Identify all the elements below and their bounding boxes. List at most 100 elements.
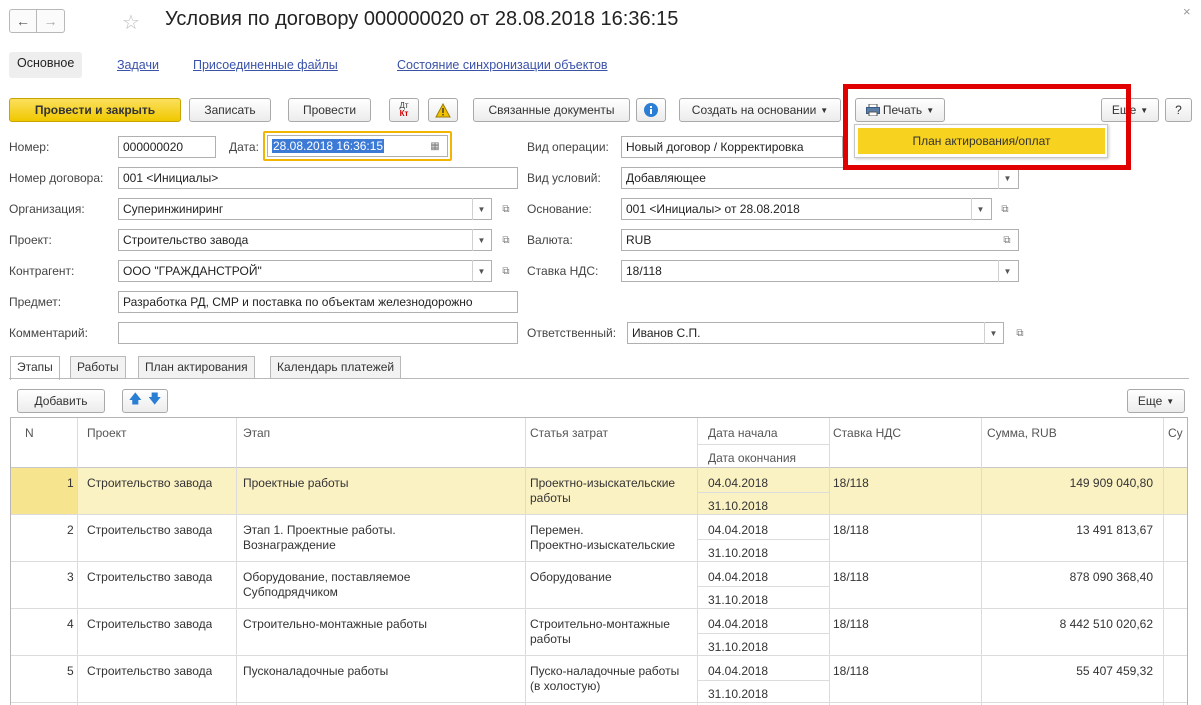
help-button[interactable]: ? bbox=[1165, 98, 1192, 122]
row2-start: 04.04.2018 bbox=[708, 523, 769, 537]
header-sum2[interactable]: Су bbox=[1168, 426, 1183, 440]
currency-open-icon[interactable]: ⧉ bbox=[998, 229, 1016, 251]
back-button[interactable]: ← bbox=[9, 9, 37, 33]
favorite-star-icon[interactable]: ☆ bbox=[122, 10, 140, 35]
header-sum[interactable]: Сумма, RUB bbox=[987, 426, 1057, 440]
row1-vat: 18/118 bbox=[833, 476, 869, 490]
header-project[interactable]: Проект bbox=[87, 426, 127, 440]
tab-stages[interactable]: Этапы bbox=[10, 356, 60, 380]
tab-attached-files[interactable]: Присоединенные файлы bbox=[193, 58, 338, 72]
contract-number-label: Номер договора: bbox=[9, 171, 104, 185]
row2-vat: 18/118 bbox=[833, 523, 869, 537]
header-stage[interactable]: Этап bbox=[243, 426, 270, 440]
row1-project: Строительство завода bbox=[87, 476, 213, 490]
counterparty-dropdown-icon[interactable]: ▼ bbox=[472, 260, 490, 282]
row4-sum: 8 442 510 020,62 bbox=[1059, 617, 1153, 631]
row-subline bbox=[697, 539, 829, 540]
vat-rate-dropdown-icon[interactable]: ▼ bbox=[998, 260, 1016, 282]
header-start-date[interactable]: Дата начала bbox=[708, 426, 778, 440]
arrow-down-icon[interactable]: 🡇 bbox=[148, 390, 161, 412]
organization-field[interactable]: Суперинжиниринг bbox=[118, 198, 492, 220]
row4-vat: 18/118 bbox=[833, 617, 869, 631]
chevron-down-icon: ▼ bbox=[820, 105, 829, 115]
vat-rate-label: Ставка НДС: bbox=[527, 264, 599, 278]
row4-cost2: работы bbox=[530, 632, 571, 646]
basis-dropdown-icon[interactable]: ▼ bbox=[971, 198, 989, 220]
chevron-down-icon: ▼ bbox=[1140, 105, 1149, 115]
organization-open-icon[interactable]: ⧉ bbox=[497, 198, 515, 220]
subject-field[interactable]: Разработка РД, СМР и поставка по объекта… bbox=[118, 291, 518, 313]
basis-field[interactable]: 001 <Инициалы> от 28.08.2018 bbox=[621, 198, 992, 220]
tab-sync-state[interactable]: Состояние синхронизации объектов bbox=[397, 58, 608, 72]
row4-start: 04.04.2018 bbox=[708, 617, 769, 631]
organization-dropdown-icon[interactable]: ▼ bbox=[472, 198, 490, 220]
create-based-on-button[interactable]: Создать на основании ▼ bbox=[679, 98, 841, 122]
close-icon[interactable]: × bbox=[1183, 4, 1191, 19]
post-button[interactable]: Провести bbox=[288, 98, 371, 122]
project-dropdown-icon[interactable]: ▼ bbox=[472, 229, 490, 251]
conditions-dropdown-icon[interactable]: ▼ bbox=[998, 167, 1016, 189]
subject-label: Предмет: bbox=[9, 295, 62, 309]
date-value: 28.08.2018 16:36:15 bbox=[272, 139, 385, 153]
tab-tasks[interactable]: Задачи bbox=[117, 58, 159, 72]
forward-button[interactable]: → bbox=[37, 9, 65, 33]
row-line bbox=[11, 514, 1187, 515]
row2-cost1: Перемен. bbox=[530, 523, 584, 537]
vat-rate-field[interactable]: 18/118 bbox=[621, 260, 1019, 282]
comment-label: Комментарий: bbox=[9, 326, 88, 340]
calendar-icon[interactable]: ▦ bbox=[426, 135, 444, 157]
responsible-dropdown-icon[interactable]: ▼ bbox=[984, 322, 1002, 344]
row2-cost2: Проектно-изыскательские bbox=[530, 538, 676, 552]
row5-start: 04.04.2018 bbox=[708, 664, 769, 678]
add-row-button[interactable]: Добавить bbox=[17, 389, 105, 413]
row5-cost1: Пуско-наладочные работы bbox=[530, 664, 680, 678]
currency-label: Валюта: bbox=[527, 233, 573, 247]
responsible-open-icon[interactable]: ⧉ bbox=[1011, 322, 1029, 344]
tab-main[interactable]: Основное bbox=[9, 52, 83, 78]
tab-payment-calendar[interactable]: Календарь платежей bbox=[270, 356, 402, 379]
row4-cost1: Строительно-монтажные bbox=[530, 617, 670, 631]
row5-project: Строительство завода bbox=[87, 664, 213, 678]
currency-field[interactable]: RUB bbox=[621, 229, 1019, 251]
number-label: Номер: bbox=[9, 140, 50, 154]
conditions-type-field[interactable]: Добавляющее bbox=[621, 167, 1019, 189]
header-cost-item[interactable]: Статья затрат bbox=[530, 426, 608, 440]
arrow-up-icon[interactable]: 🡅 bbox=[129, 390, 142, 412]
row-line bbox=[11, 561, 1187, 562]
operation-type-field[interactable]: Новый договор / Корректировка bbox=[621, 136, 843, 158]
row5-cost2: (в холостую) bbox=[530, 679, 601, 693]
row3-end: 31.10.2018 bbox=[708, 593, 769, 607]
date-field[interactable]: 28.08.2018 16:36:15 bbox=[267, 135, 448, 157]
row5-sum: 55 407 459,32 bbox=[1076, 664, 1153, 678]
dt-kt-button[interactable]: Дт Кт bbox=[389, 98, 419, 122]
info-button[interactable] bbox=[636, 98, 666, 122]
related-documents-button[interactable]: Связанные документы bbox=[473, 98, 630, 122]
row3-vat: 18/118 bbox=[833, 570, 869, 584]
arrow-right-icon: → bbox=[43, 13, 58, 29]
number-field[interactable]: 000000020 bbox=[118, 136, 216, 158]
table-more-button[interactable]: Еще ▼ bbox=[1127, 389, 1185, 413]
header-subline bbox=[697, 444, 829, 445]
row3-stage2: Субподрядчиком bbox=[243, 585, 338, 599]
warning-button[interactable] bbox=[428, 98, 458, 122]
header-end-date[interactable]: Дата окончания bbox=[708, 451, 796, 465]
row3-cost1: Оборудование bbox=[530, 570, 612, 584]
responsible-field[interactable]: Иванов С.П. bbox=[627, 322, 1004, 344]
tab-works[interactable]: Работы bbox=[70, 356, 126, 379]
row5-vat: 18/118 bbox=[833, 664, 869, 678]
counterparty-field[interactable]: ООО "ГРАЖДАНСТРОЙ" bbox=[118, 260, 492, 282]
tab-acting-plan[interactable]: План актирования bbox=[138, 356, 255, 379]
header-n[interactable]: N bbox=[25, 426, 34, 440]
comment-field[interactable] bbox=[118, 322, 518, 344]
project-open-icon[interactable]: ⧉ bbox=[497, 229, 515, 251]
save-button[interactable]: Записать bbox=[189, 98, 271, 122]
stages-table: N Проект Этап Статья затрат Дата начала … bbox=[10, 417, 1188, 705]
contract-number-field[interactable]: 001 <Инициалы> bbox=[118, 167, 518, 189]
post-and-close-button[interactable]: Провести и закрыть bbox=[9, 98, 181, 122]
row5-n: 5 bbox=[67, 664, 74, 678]
counterparty-label: Контрагент: bbox=[9, 264, 75, 278]
counterparty-open-icon[interactable]: ⧉ bbox=[497, 260, 515, 282]
basis-open-icon[interactable]: ⧉ bbox=[996, 198, 1014, 220]
header-vat[interactable]: Ставка НДС bbox=[833, 426, 901, 440]
project-field[interactable]: Строительство завода bbox=[118, 229, 492, 251]
